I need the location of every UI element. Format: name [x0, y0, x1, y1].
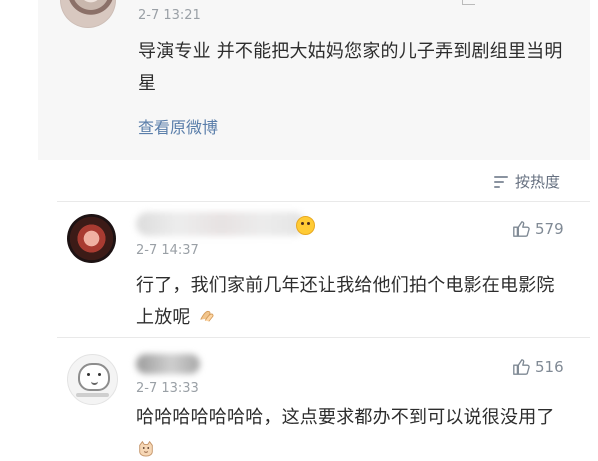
top-icon-corner	[462, 0, 475, 5]
comment-item: 2-7 13:33 516 哈哈哈哈哈哈哈，这点要求都办不到可以说很没用了	[57, 350, 590, 461]
like-button[interactable]: 516	[512, 358, 564, 376]
cartoon-mouth	[91, 380, 98, 385]
commenter-avatar[interactable]	[67, 214, 116, 263]
avatar-caption-mark	[76, 393, 109, 397]
comment-text: 行了，我们家前几年还让我给他们拍个电影在电影院上放呢	[136, 270, 566, 334]
weibo-comments-screen: 2-7 13:21 导演专业 并不能把大姑妈您家的儿子弄到剧组里当明星 查看原微…	[0, 0, 598, 461]
comment-time: 2-7 13:33	[136, 381, 199, 396]
blurred-username	[136, 212, 306, 236]
like-count: 579	[535, 220, 564, 238]
like-count: 516	[535, 358, 564, 376]
commenter-avatar[interactable]	[67, 354, 118, 405]
cat-face-icon	[139, 440, 153, 457]
like-button[interactable]: 579	[512, 220, 564, 238]
section-divider	[57, 201, 590, 202]
comment-text: 哈哈哈哈哈哈哈，这点要求都办不到可以说很没用了	[136, 402, 566, 461]
cartoon-eye	[98, 373, 101, 376]
surprised-face-icon	[296, 216, 315, 235]
blurred-username	[136, 354, 200, 374]
comment-divider	[57, 337, 590, 338]
main-comment-time: 2-7 13:21	[138, 8, 201, 23]
main-comment-text: 导演专业 并不能把大姑妈您家的儿子弄到剧组里当明星	[138, 41, 563, 94]
sort-by-popularity-button[interactable]: 按热度	[494, 171, 560, 192]
thumb-up-icon	[513, 359, 530, 375]
comment-item: 2-7 14:37 579 行了，我们家前几年还让我给他们拍个电影在电影院上放呢	[57, 212, 590, 332]
cartoon-eye	[87, 373, 90, 376]
cartoon-face-icon	[78, 363, 110, 391]
view-original-post-link[interactable]: 查看原微博	[138, 114, 218, 138]
clapping-hands-icon	[199, 310, 214, 322]
sort-label: 按热度	[515, 173, 561, 191]
comment-text-content: 哈哈哈哈哈哈哈，这点要求都办不到可以说很没用了	[136, 407, 555, 428]
thumb-up-icon	[513, 221, 530, 237]
sort-lines-icon	[494, 175, 510, 189]
comment-time: 2-7 14:37	[136, 243, 199, 258]
